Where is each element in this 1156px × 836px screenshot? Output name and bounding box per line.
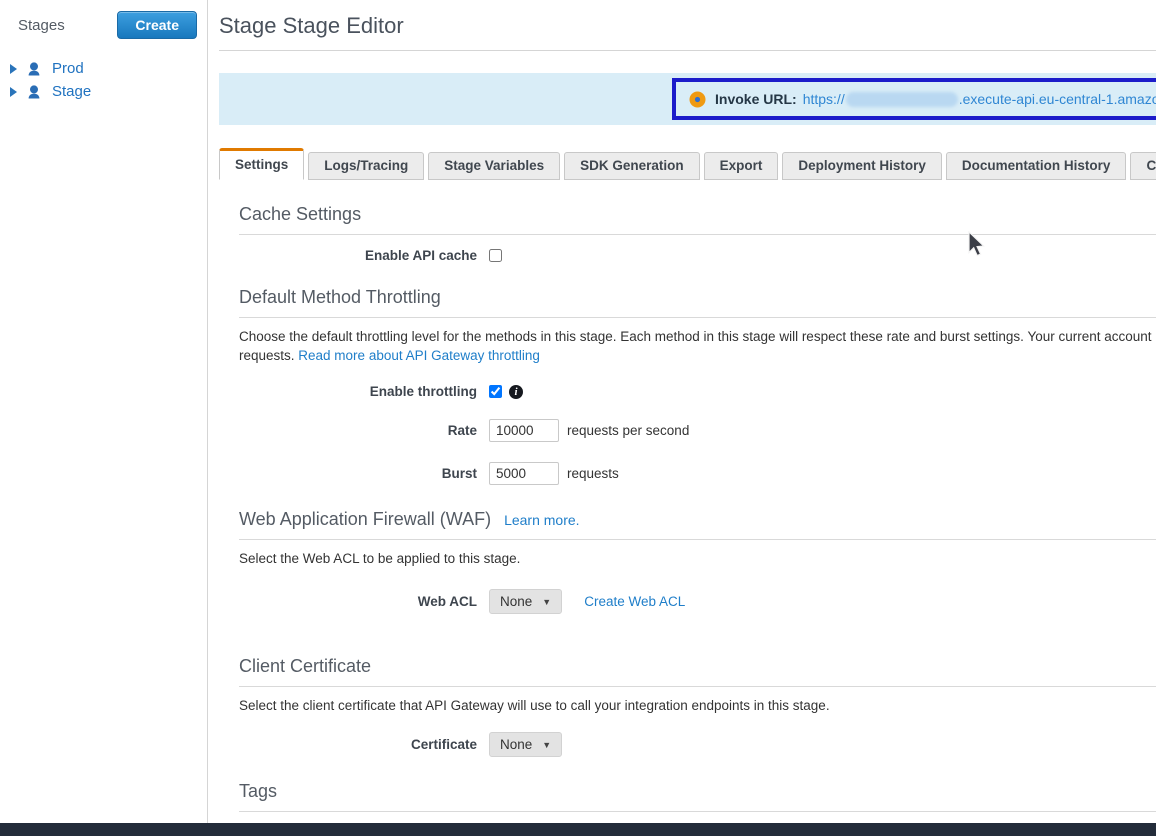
tab-canary[interactable]: Canary [1130,152,1156,180]
caret-down-icon: ▼ [542,740,551,750]
section-divider [239,539,1156,540]
section-divider [239,811,1156,812]
certificate-label: Certificate [239,737,489,752]
enable-throttling-label: Enable throttling [239,384,489,399]
create-web-acl-link[interactable]: Create Web ACL [584,594,685,609]
title-divider [219,50,1156,51]
section-divider [239,317,1156,318]
tree-item-prod[interactable]: Prod [0,57,207,80]
tab-logs-tracing[interactable]: Logs/Tracing [308,152,424,180]
certificate-row: Certificate None▼ [239,732,1156,757]
web-acl-row: Web ACL None▼ Create Web ACL [239,589,1156,614]
stages-tree: Prod Stage [0,57,207,103]
tags-title: Tags [239,781,1156,802]
section-divider [239,686,1156,687]
info-icon[interactable]: i [509,385,523,399]
rate-input[interactable] [489,419,559,442]
client-certificate-title: Client Certificate [239,656,1156,677]
sidebar-header: Stages Create [0,0,207,49]
certificate-description: Select the client certificate that API G… [239,696,1156,715]
tab-deployment-history[interactable]: Deployment History [782,152,942,180]
waf-title: Web Application Firewall (WAF)Learn more… [239,509,1156,530]
bottom-window-bar [0,823,1156,836]
waf-description: Select the Web ACL to be applied to this… [239,549,1156,568]
invoke-url-highlight-box: Invoke URL: https://.execute-api.eu-cent… [672,78,1156,120]
waf-learn-more-link[interactable]: Learn more. [504,512,579,528]
burst-row: Burst requests [239,462,1156,485]
enable-throttling-row: Enable throttling i [239,384,1156,399]
invoke-url-banner: Invoke URL: https://.execute-api.eu-cent… [219,73,1156,125]
enable-api-cache-row: Enable API cache [239,248,1156,263]
stage-icon [26,61,42,77]
web-acl-label: Web ACL [239,594,489,609]
throttling-title: Default Method Throttling [239,287,1156,308]
tree-item-stage[interactable]: Stage [0,80,207,103]
throttling-description: Choose the default throttling level for … [239,327,1156,365]
stage-icon [26,84,42,100]
section-divider [239,234,1156,235]
expand-caret-icon[interactable] [10,87,17,97]
expand-caret-icon[interactable] [10,64,17,74]
sidebar-title: Stages [18,17,65,34]
stages-sidebar: Stages Create Prod Stage [0,0,208,823]
throttling-read-more-link[interactable]: Read more about API Gateway throttling [298,348,540,363]
invoke-url-label: Invoke URL: [715,91,797,107]
enable-api-cache-checkbox[interactable] [489,249,502,262]
tab-documentation-history[interactable]: Documentation History [946,152,1127,180]
tab-settings[interactable]: Settings [219,148,304,180]
burst-input[interactable] [489,462,559,485]
cache-settings-title: Cache Settings [239,204,1156,225]
web-acl-dropdown[interactable]: None▼ [489,589,562,614]
stage-editor-panel: Stage Stage Editor Invoke URL: https://.… [219,0,1156,836]
redacted-api-id [846,92,958,107]
burst-suffix: requests [567,466,619,481]
rate-row: Rate requests per second [239,419,1156,442]
stage-link-stage[interactable]: Stage [52,83,91,100]
invoke-url-link[interactable]: https://.execute-api.eu-central-1.amazon… [803,91,1156,108]
enable-throttling-checkbox[interactable] [489,385,502,398]
stage-editor-tabs: Settings Logs/Tracing Stage Variables SD… [219,149,1156,180]
rate-label: Rate [239,423,489,438]
burst-label: Burst [239,466,489,481]
tab-export[interactable]: Export [704,152,779,180]
tab-sdk-generation[interactable]: SDK Generation [564,152,700,180]
invoke-bullet-icon [689,91,706,108]
tab-stage-variables[interactable]: Stage Variables [428,152,560,180]
enable-api-cache-label: Enable API cache [239,248,489,263]
certificate-dropdown[interactable]: None▼ [489,732,562,757]
rate-suffix: requests per second [567,423,689,438]
settings-tab-content: Cache Settings Enable API cache Default … [219,204,1156,836]
page-title: Stage Stage Editor [219,0,1156,50]
caret-down-icon: ▼ [542,597,551,607]
create-button[interactable]: Create [117,11,197,39]
stage-link-prod[interactable]: Prod [52,60,84,77]
